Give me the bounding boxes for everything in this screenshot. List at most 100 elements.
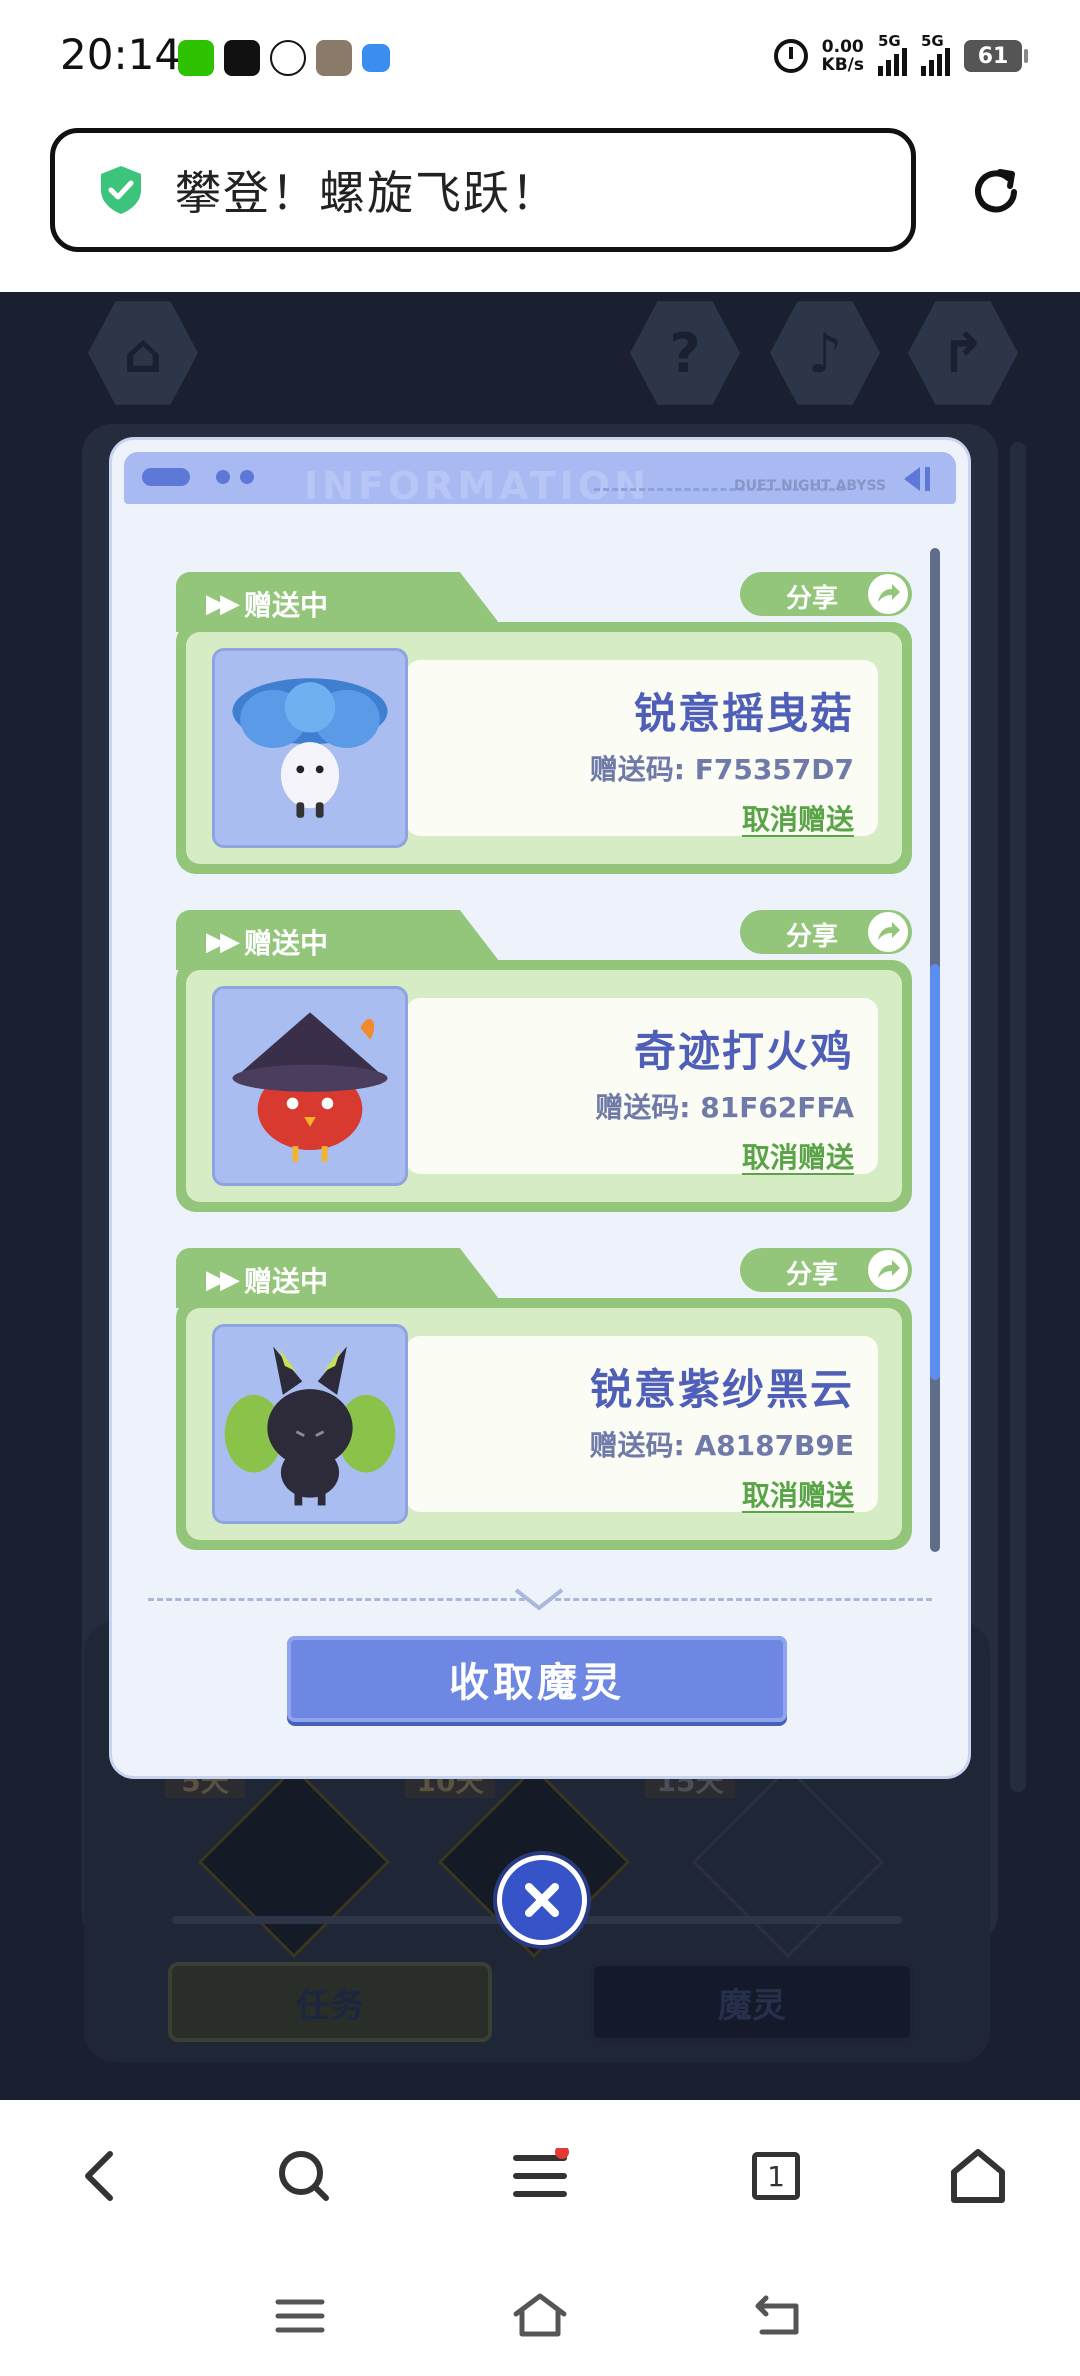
- spirit-name: 奇迹打火鸡: [633, 1027, 854, 1076]
- share-arrow-icon: [868, 1250, 908, 1290]
- music-icon[interactable]: ♪: [770, 301, 880, 405]
- back-button[interactable]: [64, 2140, 136, 2212]
- menu-icon: [513, 2148, 569, 2197]
- header-dot: [240, 470, 254, 484]
- page-title: 攀登！螺旋飞跃！: [175, 166, 559, 220]
- share-button[interactable]: 分享: [740, 910, 912, 954]
- reload-icon[interactable]: [966, 162, 1026, 222]
- gift-card-body: 锐意摇曳菇 赠送码: F75357D7 取消赠送: [176, 622, 912, 874]
- wechat-icon: [178, 40, 214, 76]
- recent-apps-icon[interactable]: [274, 2296, 326, 2336]
- gift-card-inner: 锐意紫纱黑云 赠送码: A8187B9E 取消赠送: [186, 1308, 902, 1540]
- home-button[interactable]: [942, 2140, 1014, 2212]
- gift-card: ▶▶ 赠送中 分享 奇迹打火鸡 赠送码: 81F62FFA 取消赠送: [176, 910, 912, 1218]
- spirit-firebird-image: [212, 986, 408, 1186]
- system-indicators: 0.00 KB/s 5G 5G 61: [773, 32, 1028, 76]
- tab-spirit-label: 魔灵: [718, 1985, 786, 2026]
- menu-button[interactable]: [504, 2140, 576, 2212]
- gift-status: ▶▶ 赠送中: [206, 584, 328, 624]
- gift-card-body: 锐意紫纱黑云 赠送码: A8187B9E 取消赠送: [176, 1298, 912, 1550]
- scrollbar-thumb[interactable]: [930, 964, 940, 1380]
- divider-chevron-icon: [514, 1588, 564, 1611]
- address-bar[interactable]: 攀登！螺旋飞跃！: [50, 128, 916, 252]
- clock: 20:14: [60, 30, 182, 79]
- search-button[interactable]: [268, 2140, 340, 2212]
- close-modal-button[interactable]: [497, 1855, 587, 1945]
- header-watermark: INFORMATION: [304, 464, 650, 508]
- system-nav-bar: [0, 2250, 1080, 2376]
- gift-code: 赠送码: 81F62FFA: [595, 1091, 854, 1124]
- help-icon[interactable]: ?: [630, 301, 740, 405]
- tab-task-label: 任务: [296, 1985, 364, 2026]
- spirit-mushroom-image: [212, 648, 408, 848]
- cancel-gift-link[interactable]: 取消赠送: [742, 1474, 854, 1514]
- net-speed-value: 0.00: [821, 37, 864, 57]
- system-back-icon[interactable]: [752, 2292, 804, 2338]
- gift-status-label: 赠送中: [244, 1265, 329, 1298]
- gift-code: 赠送码: F75357D7: [589, 753, 854, 786]
- gift-status: ▶▶ 赠送中: [206, 922, 328, 962]
- header-dot: [216, 470, 230, 484]
- network-speed: 0.00 KB/s: [822, 38, 864, 74]
- gift-list-modal: INFORMATION DUET NIGHT ABYSS ▶▶ 赠送中 分享 锐意…: [112, 440, 968, 1776]
- alarm-icon: [773, 39, 808, 73]
- tabs-button[interactable]: 1: [740, 2140, 812, 2212]
- share-label: 分享: [786, 922, 839, 952]
- gift-status-label: 赠送中: [244, 589, 329, 622]
- modal-header: INFORMATION DUET NIGHT ABYSS: [124, 452, 956, 508]
- gift-status: ▶▶ 赠送中: [206, 1260, 328, 1300]
- gift-card: ▶▶ 赠送中 分享 锐意摇曳菇 赠送码: F75357D7 取消赠送: [176, 572, 912, 880]
- header-arrow-icon: [904, 467, 930, 491]
- share-button[interactable]: 分享: [740, 572, 912, 616]
- signal-icon: 5G: [878, 32, 907, 76]
- header-pill: [142, 468, 190, 486]
- share-icon[interactable]: ↱: [908, 301, 1018, 405]
- header-brand: DUET NIGHT ABYSS: [734, 478, 886, 494]
- gift-info-pane: 锐意摇曳菇 赠送码: F75357D7 取消赠送: [406, 660, 878, 836]
- shield-check-icon: [101, 166, 141, 214]
- gift-code: 赠送码: A8187B9E: [589, 1429, 855, 1462]
- double-arrow-icon: ▶▶: [206, 927, 240, 957]
- tabs-icon: 1: [752, 2152, 800, 2200]
- system-home-icon[interactable]: [510, 2290, 570, 2340]
- gift-card-body: 奇迹打火鸡 赠送码: 81F62FFA 取消赠送: [176, 960, 912, 1212]
- close-icon: [525, 1883, 559, 1917]
- share-label: 分享: [786, 1260, 839, 1290]
- signal-label: 5G: [921, 32, 944, 50]
- cancel-gift-link[interactable]: 取消赠送: [742, 1136, 854, 1176]
- battery-icon: 61: [964, 40, 1028, 72]
- net-speed-unit: KB/s: [821, 55, 864, 75]
- share-arrow-icon: [868, 574, 908, 614]
- spirit-name: 锐意紫纱黑云: [589, 1365, 854, 1414]
- signal-icon: 5G: [921, 32, 950, 76]
- message-app-icon: [362, 44, 390, 72]
- gift-info-pane: 奇迹打火鸡 赠送码: 81F62FFA 取消赠送: [406, 998, 878, 1174]
- signal-label: 5G: [878, 32, 901, 50]
- double-arrow-icon: ▶▶: [206, 1265, 240, 1295]
- douyin-icon: [224, 40, 260, 76]
- gift-card: ▶▶ 赠送中 分享 锐意紫纱黑云 赠送码: A8187B9E 取消赠送: [176, 1248, 912, 1556]
- collect-spirit-button[interactable]: 收取魔灵: [287, 1636, 787, 1722]
- browser-toolbar: 1: [0, 2100, 1080, 2250]
- tab-task[interactable]: 任务: [168, 1962, 492, 2042]
- search-icon: [279, 2151, 329, 2201]
- share-arrow-icon: [868, 912, 908, 952]
- gift-status-label: 赠送中: [244, 927, 329, 960]
- home-icon[interactable]: ⌂: [88, 301, 198, 405]
- tab-spirit[interactable]: 魔灵: [590, 1962, 914, 2042]
- gift-info-pane: 锐意紫纱黑云 赠送码: A8187B9E 取消赠送: [406, 1336, 878, 1512]
- double-arrow-icon: ▶▶: [206, 589, 240, 619]
- share-button[interactable]: 分享: [740, 1248, 912, 1292]
- bg-right-rail: [1010, 442, 1026, 1792]
- game-app-icon: [316, 40, 352, 76]
- notification-icons: [178, 40, 390, 76]
- gift-card-inner: 奇迹打火鸡 赠送码: 81F62FFA 取消赠送: [186, 970, 902, 1202]
- share-label: 分享: [786, 584, 839, 614]
- gift-card-inner: 锐意摇曳菇 赠送码: F75357D7 取消赠送: [186, 632, 902, 864]
- spirit-name: 锐意摇曳菇: [633, 689, 854, 738]
- cancel-gift-link[interactable]: 取消赠送: [742, 798, 854, 838]
- qq-icon: [270, 40, 306, 76]
- tab-count: 1: [767, 2159, 785, 2193]
- spirit-dark-cloud-image: [212, 1324, 408, 1524]
- status-bar: 20:14 0.00 KB/s 5G 5G 61: [0, 0, 1080, 120]
